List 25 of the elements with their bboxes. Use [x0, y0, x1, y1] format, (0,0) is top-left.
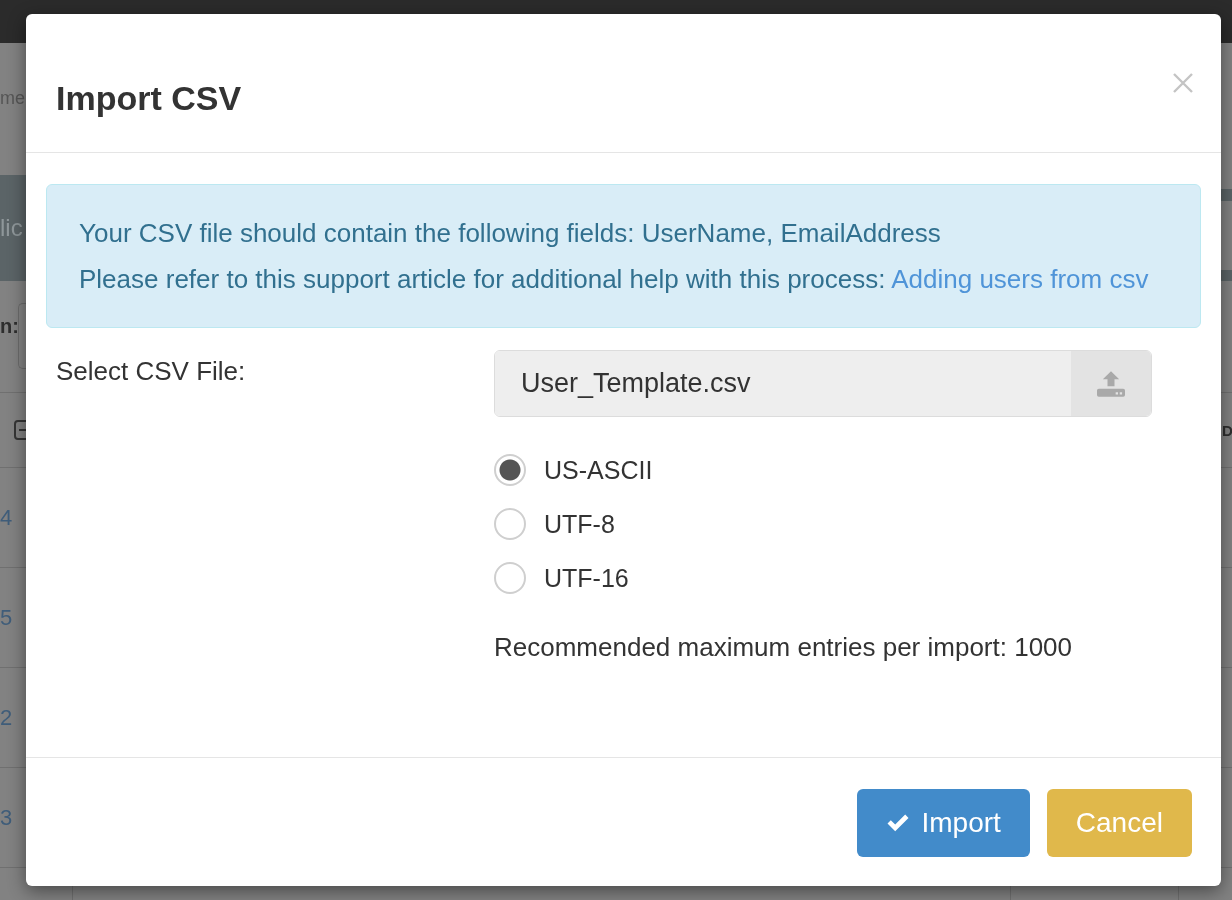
alert-text: Your CSV file should contain the following fields: UserName, EmailAddress	[79, 217, 942, 250]
radio-label: UTF-8	[544, 509, 615, 539]
radio-label: UTF-16	[544, 563, 629, 593]
dialog-title: Import CSV	[56, 78, 242, 119]
row-number: 5	[0, 604, 13, 631]
row-number: 3	[0, 804, 13, 831]
import-button[interactable]: Import	[857, 789, 1030, 857]
radio-button[interactable]	[494, 454, 526, 486]
field-label: Select CSV File:	[55, 355, 247, 388]
row-number: 4	[0, 504, 13, 531]
alert-text: Please refer to this support article for additional help with this process: Adding users from csv	[79, 263, 1150, 296]
filter-label: n:	[0, 315, 19, 338]
close-icon	[1173, 73, 1193, 93]
column-header: D	[1221, 421, 1232, 439]
radio-label: US-ASCII	[544, 455, 653, 485]
close-button[interactable]	[1173, 73, 1193, 93]
cancel-button[interactable]: Cancel	[1046, 789, 1192, 857]
hint-text: Recommended maximum entries per import: 1000	[494, 632, 1074, 662]
support-link[interactable]: Adding users from csv	[891, 264, 1149, 294]
input-field	[18, 303, 26, 369]
check-icon	[887, 814, 910, 832]
row-number: 2	[0, 704, 13, 731]
radio-button[interactable]	[494, 508, 526, 540]
radio-button[interactable]	[494, 562, 526, 594]
minus-box-icon	[14, 420, 26, 440]
